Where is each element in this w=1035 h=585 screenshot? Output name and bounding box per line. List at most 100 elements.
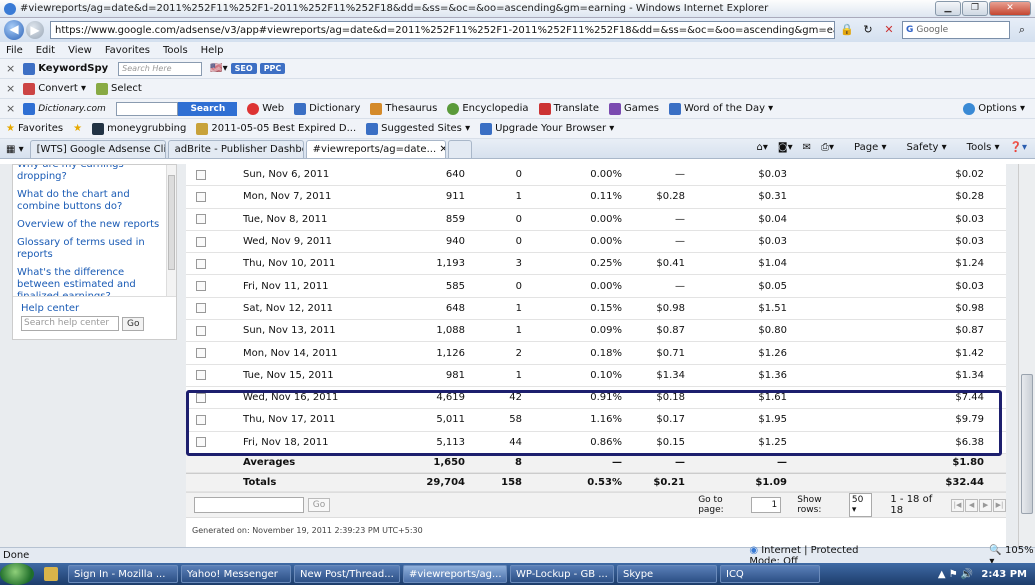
keywordspy-search-input[interactable]: Search Here: [118, 61, 203, 76]
task-viewreports[interactable]: #viewreports/ag...: [403, 565, 507, 583]
help-link-overview[interactable]: Overview of the new reports: [17, 219, 165, 231]
tab-viewreports[interactable]: #viewreports/ag=date... ✕: [305, 140, 446, 158]
task-new-post[interactable]: New Post/Thread...: [294, 565, 400, 583]
add-favorite-button[interactable]: ★: [73, 123, 82, 134]
help-icon[interactable]: ❓▾: [1010, 142, 1027, 153]
url-field[interactable]: https://www.google.com/adsense/v3/app#vi…: [50, 21, 835, 39]
maximize-button[interactable]: ❐: [962, 1, 988, 16]
seo-button[interactable]: SEO: [230, 63, 257, 74]
print-icon[interactable]: ⎙▾: [821, 142, 834, 153]
menu-help[interactable]: Help: [201, 45, 224, 56]
close-toolbar-icon[interactable]: ×: [6, 82, 15, 95]
first-page-button[interactable]: |◀: [951, 498, 965, 512]
home-icon[interactable]: ⌂▾: [757, 142, 768, 153]
flag-icon[interactable]: 🇺🇸▾: [210, 63, 227, 74]
search-icon[interactable]: ⌕: [1013, 21, 1031, 39]
task-wp-lockup[interactable]: WP-Lockup - GB ...: [510, 565, 614, 583]
row-checkbox[interactable]: [196, 303, 206, 314]
quick-launch-icon[interactable]: [44, 567, 58, 581]
fav-item-upgrade-browser[interactable]: Upgrade Your Browser ▾: [480, 122, 614, 135]
lock-icon[interactable]: 🔒: [838, 21, 856, 39]
tools-menu[interactable]: Tools ▾: [957, 142, 1000, 153]
row-checkbox[interactable]: [196, 258, 206, 269]
menu-view[interactable]: View: [68, 45, 92, 56]
help-link-glossary[interactable]: Glossary of terms used in reports: [17, 237, 165, 261]
dict-link-games[interactable]: Games: [608, 102, 659, 115]
close-tab-icon[interactable]: ✕: [439, 144, 444, 155]
tab-adbrite[interactable]: adBrite - Publisher Dashbo...: [167, 140, 304, 158]
row-checkbox[interactable]: [196, 414, 206, 425]
quick-tabs-icon[interactable]: ▦ ▾: [6, 144, 24, 155]
row-checkbox[interactable]: [196, 392, 206, 403]
task-icq[interactable]: ICQ: [720, 565, 820, 583]
row-checkbox[interactable]: [196, 236, 206, 247]
fav-item-moneygrubbing[interactable]: moneygrubbing: [92, 122, 186, 135]
dictionary-search-button[interactable]: Search: [178, 101, 238, 116]
show-rows-select[interactable]: 50 ▾: [848, 493, 873, 517]
minimize-button[interactable]: ▁: [935, 1, 961, 16]
menu-edit[interactable]: Edit: [36, 45, 55, 56]
tab-wts-google-adsense[interactable]: [WTS] Google Adsense Cli...: [29, 140, 166, 158]
next-page-button[interactable]: ▶: [979, 498, 993, 512]
help-link-estimated-vs-finalized[interactable]: What's the difference between estimated …: [17, 267, 165, 296]
dict-link-translate[interactable]: Translate: [538, 102, 599, 115]
menu-tools[interactable]: Tools: [163, 45, 188, 56]
row-checkbox[interactable]: [196, 325, 206, 336]
task-yahoo[interactable]: Yahoo! Messenger: [181, 565, 291, 583]
ppc-button[interactable]: PPC: [259, 63, 286, 74]
search-engine-field[interactable]: G Google: [902, 21, 1010, 39]
mail-icon[interactable]: ✉: [803, 142, 811, 153]
task-firefox[interactable]: Sign In - Mozilla ...: [68, 565, 178, 583]
safety-menu[interactable]: Safety ▾: [896, 142, 946, 153]
options-button[interactable]: Options ▾: [963, 102, 1025, 115]
stop-icon[interactable]: ✕: [880, 21, 898, 39]
page-scroll-thumb[interactable]: [1021, 374, 1033, 514]
start-button[interactable]: [0, 563, 34, 585]
clock[interactable]: 2:43 PM: [981, 569, 1027, 580]
table-filter-input[interactable]: [194, 497, 304, 513]
prev-page-button[interactable]: ◀: [965, 498, 979, 512]
close-toolbar-icon[interactable]: ×: [6, 62, 15, 75]
row-checkbox[interactable]: [196, 370, 206, 381]
close-toolbar-icon[interactable]: ×: [6, 102, 15, 115]
task-skype[interactable]: Skype: [617, 565, 717, 583]
refresh-icon[interactable]: ↻: [859, 21, 877, 39]
dict-link-dictionary[interactable]: Dictionary: [294, 102, 360, 115]
dict-link-thesaurus[interactable]: Thesaurus: [370, 102, 437, 115]
help-link-earnings-dropping[interactable]: Why are my earnings dropping?: [17, 165, 165, 183]
help-link-chart-buttons[interactable]: What do the chart and combine buttons do…: [17, 189, 165, 213]
convert-button[interactable]: Convert ▾: [23, 82, 86, 95]
help-go-button[interactable]: Go: [122, 316, 145, 331]
back-button[interactable]: ◀: [4, 20, 24, 40]
fav-item-expired[interactable]: 2011-05-05 Best Expired D...: [196, 122, 356, 135]
row-checkbox[interactable]: [196, 437, 206, 448]
dict-link-web[interactable]: Web: [247, 102, 284, 115]
menu-favorites[interactable]: Favorites: [105, 45, 150, 56]
help-scrollbar[interactable]: [166, 165, 176, 296]
row-checkbox[interactable]: [196, 348, 206, 359]
last-page-button[interactable]: ▶|: [993, 498, 1007, 512]
dictionary-search-input[interactable]: [115, 101, 179, 116]
goto-page-input[interactable]: 1: [751, 497, 782, 513]
forward-button[interactable]: ▶: [26, 21, 44, 39]
row-checkbox[interactable]: [196, 191, 206, 202]
row-checkbox[interactable]: [196, 169, 206, 180]
close-window-button[interactable]: ✕: [989, 1, 1031, 16]
row-checkbox[interactable]: [196, 214, 206, 225]
fav-item-suggested-sites[interactable]: Suggested Sites ▾: [366, 122, 470, 135]
page-menu[interactable]: Page ▾: [844, 142, 886, 153]
feeds-icon[interactable]: ◙▾: [778, 142, 793, 153]
row-checkbox[interactable]: [196, 281, 206, 292]
favorites-button[interactable]: ★ Favorites: [6, 123, 63, 134]
tray-icons[interactable]: ▲ ⚑ 🔊: [938, 569, 973, 580]
page-scrollbar[interactable]: [1018, 164, 1035, 547]
help-search-input[interactable]: Search help center: [21, 316, 119, 331]
dict-link-encyclopedia[interactable]: Encyclopedia: [447, 102, 529, 115]
dict-link-word-of-day[interactable]: Word of the Day ▾: [668, 102, 773, 115]
new-tab-button[interactable]: [447, 140, 472, 158]
pager-go-button[interactable]: Go: [307, 498, 331, 512]
help-scroll-thumb[interactable]: [168, 175, 175, 270]
menu-file[interactable]: File: [6, 45, 23, 56]
select-button[interactable]: Select: [95, 82, 142, 95]
tab-label: adBrite - Publisher Dashbo...: [174, 144, 304, 155]
